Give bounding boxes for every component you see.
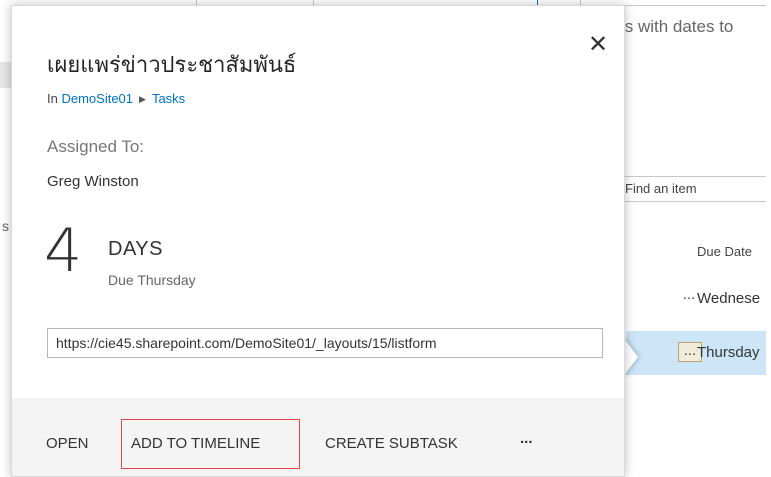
find-item-search-box[interactable]: Find an item [616, 176, 771, 202]
column-header-due-date[interactable]: Due Date [697, 244, 752, 259]
close-icon[interactable]: ✕ [585, 32, 611, 58]
breadcrumb-separator-icon: ▶ [139, 94, 146, 104]
due-date-text: Due Thursday [108, 272, 196, 288]
days-remaining-label: DAYS [108, 238, 163, 260]
timeline-hint-text: ts with dates to [620, 17, 734, 36]
row-due-date: Thursday [697, 344, 760, 361]
breadcrumb-site-link[interactable]: DemoSite01 [61, 91, 133, 106]
task-title: เผยแพร่ข่าวประชาสัมพันธ์ [47, 52, 297, 77]
breadcrumb: In DemoSite01 ▶ Tasks [47, 91, 185, 106]
days-remaining-number: 4 [44, 216, 83, 286]
callout-action-bar: OPEN ADD TO TIMELINE CREATE SUBTASK ... [12, 398, 624, 476]
more-actions-icon[interactable]: ... [520, 430, 533, 447]
breadcrumb-prefix: In [47, 91, 62, 106]
task-row-selected[interactable]: ... Thursday [626, 331, 771, 375]
item-url-field[interactable]: https://cie45.sharepoint.com/DemoSite01/… [47, 328, 603, 358]
add-to-timeline-button[interactable]: ADD TO TIMELINE [131, 435, 260, 452]
open-button[interactable]: OPEN [46, 435, 89, 452]
search-placeholder: Find an item [625, 181, 697, 196]
page-right-edge [766, 0, 771, 471]
side-text-fragment: s [2, 218, 9, 234]
create-subtask-button[interactable]: CREATE SUBTASK [325, 435, 458, 452]
breadcrumb-list-link[interactable]: Tasks [152, 91, 185, 106]
task-row[interactable]: ... Wednese [626, 277, 771, 321]
assigned-to-label: Assigned To: [47, 137, 145, 156]
item-url-text: https://cie45.sharepoint.com/DemoSite01/… [56, 335, 437, 351]
task-callout: ✕ เผยแพร่ข่าวประชาสัมพันธ์ In DemoSite01… [11, 5, 625, 477]
assigned-to-value: Greg Winston [47, 173, 139, 190]
row-due-date: Wednese [697, 290, 761, 307]
